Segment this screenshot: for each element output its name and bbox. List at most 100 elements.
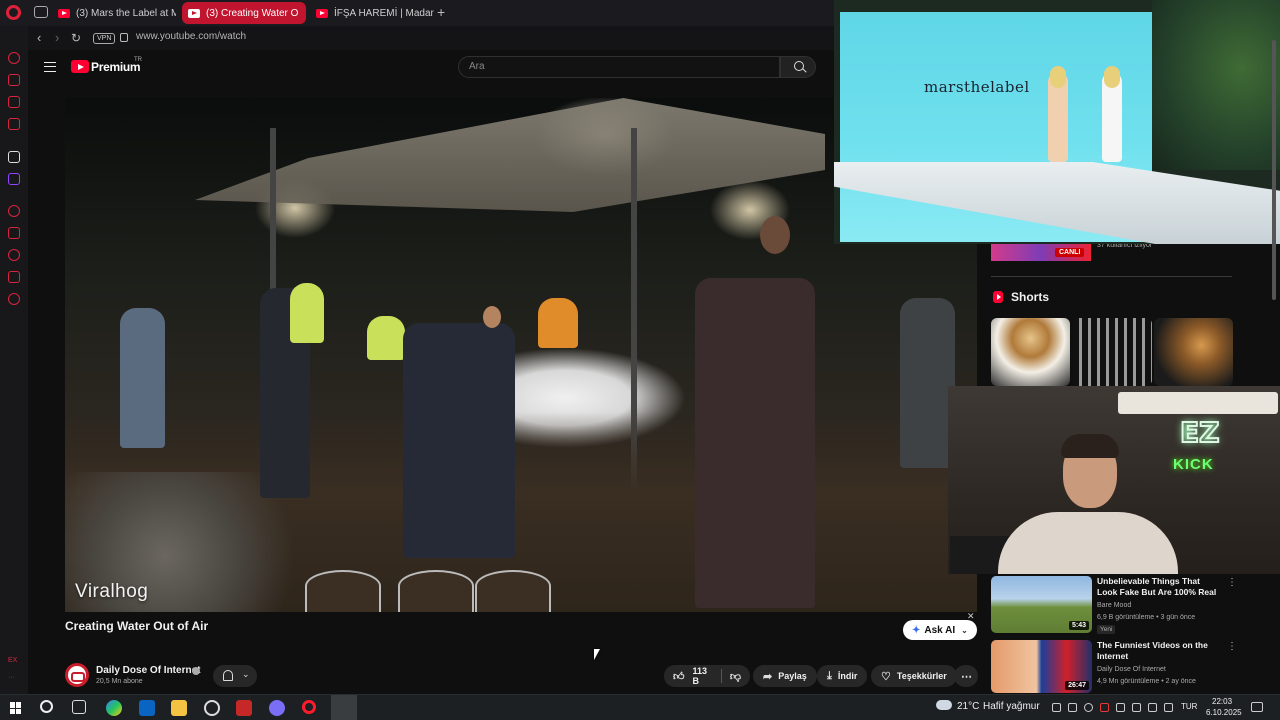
recommendation-item[interactable]: 5:43 Unbelievable Things That Look Fake …: [991, 576, 1237, 634]
vpn-badge[interactable]: VPN: [93, 33, 116, 44]
channel-name[interactable]: Daily Dose Of Internet: [96, 665, 200, 676]
download-button[interactable]: ⤓ İndir: [817, 665, 868, 687]
lock-icon[interactable]: [120, 33, 128, 42]
windows-start-icon[interactable]: [10, 702, 22, 714]
language-indicator[interactable]: TUR: [1181, 702, 1197, 711]
thumbs-down-icon[interactable]: 👎︎: [730, 670, 741, 683]
file-explorer-icon[interactable]: [171, 700, 187, 716]
tab-ifsa-haremi[interactable]: İFŞA HAREMİ | Madara Oy: [310, 2, 434, 24]
recommendation-title[interactable]: The Funniest Videos on the Internet: [1097, 640, 1219, 662]
reload-icon[interactable]: ↻: [71, 30, 81, 46]
copilot-icon[interactable]: [106, 700, 122, 716]
clock-time[interactable]: 22:03: [1212, 697, 1232, 706]
volume-icon[interactable]: [1148, 703, 1157, 712]
recommendation-item[interactable]: 26:47 The Funniest Videos on the Interne…: [991, 640, 1237, 698]
tab-creating-water[interactable]: (3) Creating Water O: [182, 2, 306, 24]
like-count[interactable]: 113 B: [693, 666, 713, 686]
forward-icon[interactable]: ›: [55, 30, 59, 46]
sidebar-messenger-icon[interactable]: [8, 52, 20, 64]
new-tab-button[interactable]: +: [437, 5, 445, 19]
live-badge: CANLI: [1055, 248, 1085, 257]
youtube-favicon-icon: [316, 8, 328, 18]
sidebar-send-icon[interactable]: [8, 271, 20, 283]
weather-cloud-icon[interactable]: [936, 700, 952, 710]
url-field[interactable]: www.youtube.com/watch: [136, 31, 246, 42]
battery-icon[interactable]: [1164, 703, 1173, 712]
sidebar-more-icon[interactable]: ···: [8, 674, 15, 681]
opera-icon[interactable]: [302, 700, 316, 714]
sparkle-icon: ✦: [912, 624, 921, 636]
sidebar-player-icon[interactable]: [8, 205, 20, 217]
sidebar-profile-icon[interactable]: [8, 74, 20, 86]
sidebar-aria-icon[interactable]: [8, 151, 20, 163]
shorts-heading: Shorts: [1011, 290, 1050, 304]
task-view-icon[interactable]: [72, 700, 86, 714]
sidebar-chat-icon[interactable]: [8, 96, 20, 108]
recommendation-thumbnail[interactable]: 26:47: [991, 640, 1092, 693]
notification-bell-button[interactable]: ⌄: [213, 665, 257, 687]
tab-mars-the-label[interactable]: (3) Mars the Label at Mian: [52, 2, 176, 24]
ez-neon-sign: EZ: [1179, 415, 1220, 450]
recommendation-thumbnail[interactable]: 5:43: [991, 576, 1092, 633]
network-icon[interactable]: [1132, 703, 1141, 712]
taskbar-search-icon[interactable]: [40, 700, 53, 713]
recommendation-channel[interactable]: Bare Mood: [1097, 602, 1131, 609]
sidebar-settings-icon[interactable]: [8, 293, 20, 305]
more-vert-icon[interactable]: ⋮: [1227, 642, 1237, 652]
sidebar-extension-label[interactable]: EX: [8, 657, 17, 664]
channel-avatar[interactable]: [65, 663, 89, 687]
search-icon[interactable]: [780, 56, 816, 78]
opera-logo-icon[interactable]: [6, 5, 21, 20]
recommendation-meta: 4,9 Mn görüntüleme • 2 ay önce: [1097, 678, 1196, 685]
youtube-logo-icon[interactable]: [71, 60, 89, 73]
recommendation-title[interactable]: Unbelievable Things That Look Fake But A…: [1097, 576, 1219, 598]
shelter-roof: [195, 98, 825, 212]
tab-label: İFŞA HAREMİ | Madara Oy: [334, 7, 434, 19]
short-thumbnail[interactable]: [1154, 318, 1233, 386]
verified-icon: [192, 667, 200, 675]
notifications-icon[interactable]: [1251, 702, 1263, 712]
search-input[interactable]: [469, 61, 769, 72]
streamer-hair: [1061, 434, 1119, 458]
short-thumbnail[interactable]: [991, 318, 1070, 386]
thumbs-up-icon[interactable]: 👍︎: [673, 670, 685, 683]
clock-date[interactable]: 6.10.2025: [1206, 708, 1242, 717]
obs-icon[interactable]: [204, 700, 220, 716]
download-label: İndir: [837, 671, 858, 681]
tab-label: (3) Mars the Label at Mian: [76, 7, 176, 19]
picture-in-picture-video[interactable]: marsthelabel: [834, 0, 1280, 244]
runway-model: [1102, 66, 1122, 162]
speaker-favicon-icon: [188, 8, 200, 18]
tray-discord-icon[interactable]: [1052, 703, 1061, 712]
back-icon[interactable]: ‹: [37, 30, 41, 46]
share-button[interactable]: ➦ Paylaş: [753, 665, 817, 687]
more-vert-icon[interactable]: ⋮: [1227, 578, 1237, 588]
weather-temperature[interactable]: 21°C: [957, 701, 979, 712]
sidebar-twitch-icon[interactable]: [8, 173, 20, 185]
runway-model: [1048, 66, 1068, 162]
sidebar-bookmarks-icon[interactable]: [8, 227, 20, 239]
premium-logo-text[interactable]: Premium: [91, 60, 141, 74]
like-dislike-group: 👍︎ 113 B 👎︎: [664, 665, 750, 687]
bell-icon: [223, 670, 233, 681]
weather-description[interactable]: Hafif yağmur: [983, 701, 1040, 712]
more-actions-button[interactable]: ⋯: [954, 665, 978, 687]
short-thumbnail[interactable]: [1073, 318, 1152, 386]
tray-vpn-icon[interactable]: [1084, 703, 1093, 712]
tray-opera-icon[interactable]: [1100, 703, 1109, 712]
menu-icon[interactable]: [44, 62, 56, 72]
recommendation-channel[interactable]: Daily Dose Of Internet: [1097, 666, 1166, 673]
page-scrollbar[interactable]: [1272, 40, 1276, 300]
ask-ai-button[interactable]: ✦ Ask AI ⌄: [903, 620, 977, 640]
discord-icon[interactable]: [269, 700, 285, 716]
microphone-icon[interactable]: [1116, 703, 1125, 712]
thanks-icon: ♡: [881, 670, 891, 683]
sidebar-mail-icon[interactable]: [8, 118, 20, 130]
thanks-button[interactable]: ♡ Teşekkürler: [871, 665, 957, 687]
air-conditioner: [1118, 392, 1278, 414]
tab-menu-icon[interactable]: [34, 6, 48, 18]
sidebar-history-icon[interactable]: [8, 249, 20, 261]
tray-app-icon[interactable]: [1068, 703, 1077, 712]
voicemod-icon[interactable]: [236, 700, 252, 716]
outlook-icon[interactable]: [139, 700, 155, 716]
